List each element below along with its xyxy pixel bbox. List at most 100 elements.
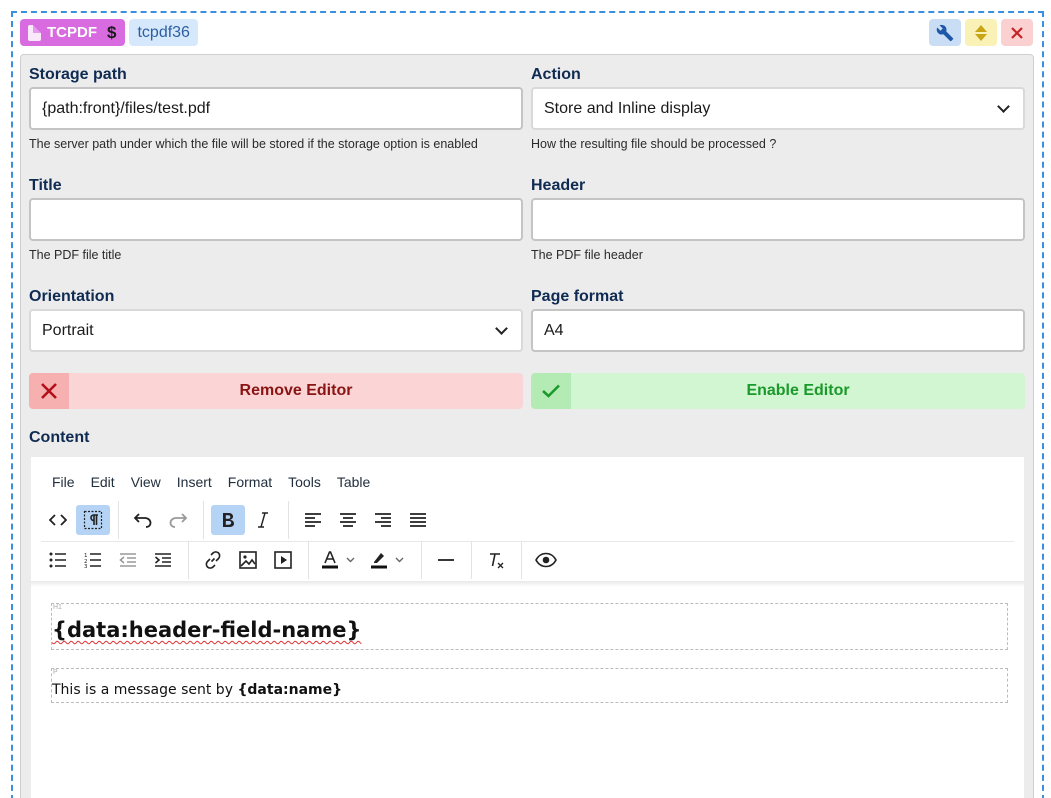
- toolbar-separator: [288, 501, 289, 539]
- preview-button[interactable]: [529, 545, 563, 575]
- clear-format-icon: [490, 553, 504, 569]
- header-field: Header The PDF file header: [531, 176, 1025, 262]
- content-paragraph-block[interactable]: P This is a message sent by {data:name}: [51, 668, 1008, 703]
- menu-format[interactable]: Format: [228, 474, 272, 490]
- content-heading-block[interactable]: H1 {data:header-field-name}: [51, 603, 1008, 650]
- storage-path-input[interactable]: {path:front}/files/test.pdf: [29, 87, 523, 130]
- block-tag-p: P: [53, 669, 58, 676]
- highlight-icon: [371, 553, 404, 569]
- indent-button[interactable]: [146, 545, 180, 575]
- editor-menubar: File Edit View Insert Format Tools Table: [52, 474, 386, 490]
- paragraph-text: This is a message sent by: [52, 682, 238, 698]
- title-input[interactable]: [29, 198, 523, 241]
- insert-image-button[interactable]: [231, 545, 265, 575]
- align-justify-button[interactable]: [401, 505, 435, 535]
- toolbar-separator: [521, 541, 522, 579]
- numbered-list-icon: 123: [84, 553, 101, 568]
- outdent-icon: [119, 553, 136, 567]
- align-right-icon: [375, 513, 391, 527]
- close-button[interactable]: [1001, 19, 1033, 46]
- action-field: Action Store and Inline display How the …: [531, 65, 1025, 151]
- remove-editor-label: Remove Editor: [239, 382, 353, 399]
- menu-file[interactable]: File: [52, 474, 75, 490]
- eye-icon: [535, 552, 557, 568]
- text-color-button[interactable]: [316, 545, 364, 575]
- insert-link-button[interactable]: [196, 545, 230, 575]
- sort-arrows-icon: [975, 24, 987, 41]
- sort-button[interactable]: [965, 19, 997, 46]
- toolbar-separator: [188, 541, 189, 579]
- clear-formatting-button[interactable]: [479, 545, 513, 575]
- chevron-down-icon: [495, 321, 508, 335]
- orientation-select[interactable]: Portrait: [29, 309, 523, 352]
- orientation-label: Orientation: [29, 288, 115, 305]
- enable-editor-button[interactable]: Enable Editor: [531, 373, 1025, 409]
- plugin-badge-label: TCPDF: [47, 24, 97, 41]
- action-label: Action: [531, 66, 581, 83]
- redo-button[interactable]: [161, 505, 195, 535]
- editor-toolbar-row-1: [41, 501, 436, 539]
- text-color-icon: [322, 551, 355, 569]
- horizontal-line-button[interactable]: [429, 545, 463, 575]
- settings-button[interactable]: [929, 19, 961, 46]
- svg-text:3: 3: [84, 564, 88, 568]
- header-input[interactable]: [531, 198, 1025, 241]
- orientation-field: Orientation Portrait: [29, 287, 523, 352]
- toolbar-shadow: [31, 581, 1024, 587]
- action-select[interactable]: Store and Inline display: [531, 87, 1025, 130]
- action-help: How the resulting file should be process…: [531, 137, 777, 151]
- image-icon: [239, 551, 257, 569]
- toolbar-separator: [421, 541, 422, 579]
- align-left-button[interactable]: [296, 505, 330, 535]
- page-format-input[interactable]: A4: [531, 309, 1025, 352]
- source-code-button[interactable]: [41, 505, 75, 535]
- content-heading: {data:header-field-name}: [52, 604, 1007, 644]
- bold-icon: [223, 513, 234, 527]
- check-icon: [531, 373, 571, 409]
- menu-insert[interactable]: Insert: [177, 474, 212, 490]
- horizontal-rule-icon: [438, 559, 454, 561]
- italic-button[interactable]: [246, 505, 280, 535]
- show-blocks-button[interactable]: [76, 505, 110, 535]
- align-center-button[interactable]: [331, 505, 365, 535]
- block-header: TCPDF $ tcpdf36: [20, 19, 198, 46]
- toolbar-separator: [203, 501, 204, 539]
- bullet-list-button[interactable]: [41, 545, 75, 575]
- indent-icon: [154, 553, 171, 567]
- outdent-button[interactable]: [111, 545, 145, 575]
- editor-toolbar-row-2: 123: [41, 541, 564, 579]
- block-actions: [929, 19, 1033, 46]
- insert-media-button[interactable]: [266, 545, 300, 575]
- bold-button[interactable]: [211, 505, 245, 535]
- header-label: Header: [531, 177, 586, 194]
- menu-tools[interactable]: Tools: [288, 474, 321, 490]
- wrench-icon: [936, 24, 954, 41]
- menu-view[interactable]: View: [131, 474, 161, 490]
- storage-path-field: Storage path {path:front}/files/test.pdf…: [29, 65, 523, 151]
- chevron-down-icon: [997, 99, 1010, 113]
- align-right-button[interactable]: [366, 505, 400, 535]
- page-format-field: Page format A4: [531, 287, 1025, 352]
- menu-edit[interactable]: Edit: [91, 474, 115, 490]
- highlight-color-button[interactable]: [365, 545, 413, 575]
- toolbar-separator: [308, 541, 309, 579]
- close-icon: [29, 373, 69, 409]
- plugin-badge[interactable]: TCPDF $: [20, 19, 126, 46]
- menu-table[interactable]: Table: [337, 474, 370, 490]
- redo-icon: [169, 513, 188, 528]
- close-icon: [1011, 26, 1023, 39]
- italic-icon: [258, 512, 268, 528]
- storage-path-help: The server path under which the file wil…: [29, 137, 478, 151]
- media-icon: [274, 551, 292, 569]
- instance-id-badge[interactable]: tcpdf36: [129, 19, 198, 46]
- action-value: Store and Inline display: [544, 99, 711, 117]
- toolbar-separator: [471, 541, 472, 579]
- numbered-list-button[interactable]: 123: [76, 545, 110, 575]
- undo-button[interactable]: [126, 505, 160, 535]
- pdf-file-icon: [28, 24, 41, 41]
- content-label: Content: [29, 429, 90, 446]
- title-field: Title The PDF file title: [29, 176, 523, 262]
- rich-text-editor: File Edit View Insert Format Tools Table: [31, 457, 1024, 798]
- remove-editor-button[interactable]: Remove Editor: [29, 373, 523, 409]
- align-left-icon: [305, 513, 321, 527]
